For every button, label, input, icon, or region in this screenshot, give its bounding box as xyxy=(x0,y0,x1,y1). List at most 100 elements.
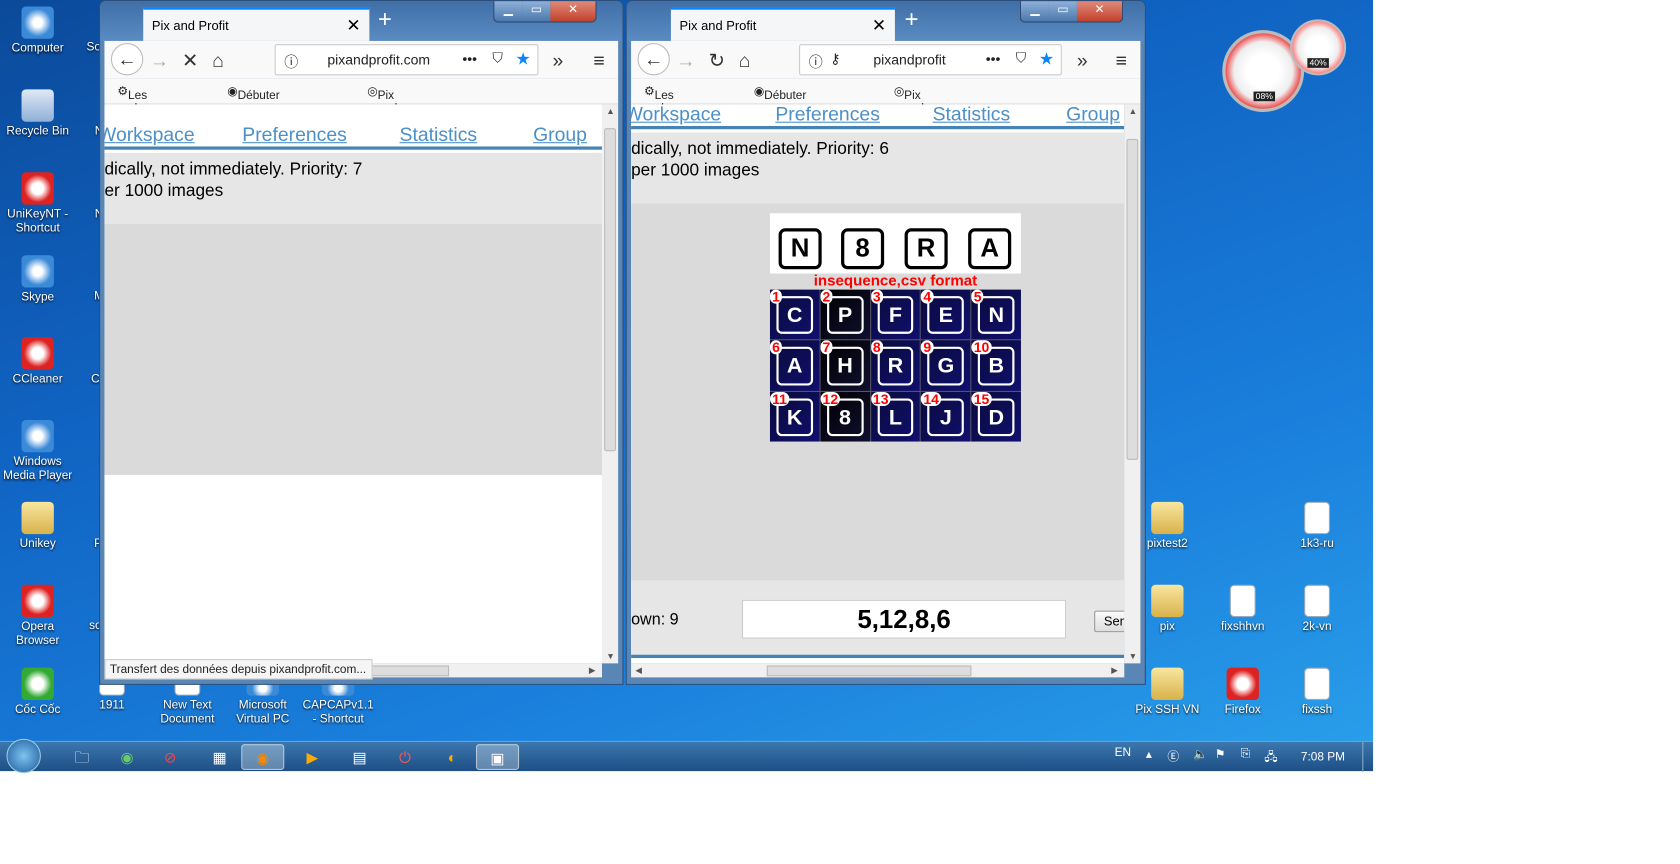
info-icon[interactable]: ⓘ xyxy=(809,51,823,71)
new-tab-button[interactable]: + xyxy=(905,5,919,33)
captcha-cell[interactable]: C1 xyxy=(769,289,820,340)
bookmark-star-icon[interactable]: ★ xyxy=(515,48,530,70)
blocked-app-taskbar-icon[interactable]: ⊘ xyxy=(151,744,190,770)
captcha-cell[interactable]: P2 xyxy=(820,289,870,340)
bookmark-getting-started[interactable]: ◉ Débuter avec Firefox xyxy=(227,84,279,128)
captcha-cell[interactable]: E4 xyxy=(921,289,971,340)
window-taskbar-icon[interactable]: ▤ xyxy=(340,744,379,770)
desktop-icon[interactable]: fixshhvn xyxy=(1205,584,1280,635)
nav-statistics[interactable]: Statistics xyxy=(933,104,1011,126)
show-hidden-icons[interactable]: ▴ xyxy=(1146,747,1152,761)
nav-preferences[interactable]: Preferences xyxy=(242,124,347,147)
desktop-icon[interactable]: 2k-vn xyxy=(1279,584,1354,635)
stop-button[interactable]: ✕ xyxy=(182,50,198,73)
more-icon[interactable]: ••• xyxy=(986,51,1001,67)
captcha-cell[interactable]: K 11 xyxy=(769,391,820,442)
tab-pix-and-profit[interactable]: Pix and Profit ✕ xyxy=(143,7,370,41)
close-window-button[interactable]: ✕ xyxy=(550,1,596,22)
app-taskbar-icon[interactable]: ▦ xyxy=(200,744,239,770)
desktop-icon[interactable]: CAPCAPv1.1 - Shortcut xyxy=(300,680,375,727)
explorer-taskbar-icon[interactable]: 🗀 xyxy=(62,744,101,770)
captcha-cell[interactable]: B 10 xyxy=(971,340,1021,391)
start-button[interactable] xyxy=(6,738,41,774)
capcap-taskbar-button[interactable]: ▣ xyxy=(475,744,520,770)
tab-pix-and-profit[interactable]: Pix and Profit ✕ xyxy=(670,7,895,41)
close-window-button[interactable]: ✕ xyxy=(1076,1,1123,22)
home-button[interactable]: ⌂ xyxy=(212,50,224,73)
info-icon[interactable]: ⓘ xyxy=(284,51,298,71)
maximize-button[interactable]: ▭ xyxy=(1048,1,1077,22)
language-indicator[interactable]: EN xyxy=(1115,746,1131,759)
desktop-icon[interactable]: fixssh xyxy=(1279,667,1354,718)
clock[interactable]: 7:08 PM xyxy=(1301,751,1345,764)
maximize-button[interactable]: ▭ xyxy=(522,1,551,22)
minimize-button[interactable]: ▁ xyxy=(1020,1,1049,22)
firefox-taskbar-button[interactable]: ◉ xyxy=(241,744,285,770)
bookmark-star-icon[interactable]: ★ xyxy=(1039,48,1054,70)
bookmark-most-visited[interactable]: ⚙ Les plus visités xyxy=(117,84,161,128)
captcha-cell[interactable]: N5 xyxy=(971,289,1021,340)
media-taskbar-icon[interactable]: ▶ xyxy=(293,744,332,770)
close-tab-icon[interactable]: ✕ xyxy=(346,15,360,37)
network-icon[interactable]: 🖧 xyxy=(1264,747,1277,767)
desktop-icon[interactable]: Opera Browser xyxy=(0,584,75,649)
nav-workspace[interactable]: Workspace xyxy=(631,104,721,126)
captcha-cell[interactable]: F3 xyxy=(870,289,921,340)
action-center-icon[interactable]: ⚑ xyxy=(1215,747,1226,761)
pocket-icon[interactable]: ⛉ xyxy=(492,50,503,67)
menu-button[interactable]: ≡ xyxy=(593,50,604,73)
bookmark-getting-started[interactable]: ◉ Débuter avec Firefox xyxy=(754,84,806,128)
ime-icon[interactable]: Ⓔ xyxy=(1167,747,1179,764)
desktop-icon[interactable]: Microsoft Virtual PC xyxy=(225,680,300,727)
send-button[interactable]: Sen xyxy=(1094,610,1125,633)
bookmark-pix-and-profit[interactable]: ◎ Pix and Profit xyxy=(367,84,405,128)
overflow-button[interactable]: » xyxy=(1077,50,1088,73)
captcha-cell[interactable]: J 14 xyxy=(921,391,971,442)
vertical-scrollbar[interactable]: ▲ ▼ xyxy=(601,104,619,664)
new-tab-button[interactable]: + xyxy=(378,5,392,33)
show-desktop-button[interactable] xyxy=(1362,741,1373,773)
nav-preferences[interactable]: Preferences xyxy=(775,104,880,126)
desktop-icon[interactable]: Windows Media Player xyxy=(0,419,75,484)
captcha-cell[interactable]: A6 xyxy=(769,340,820,391)
desktop-icon[interactable]: Cốc Cốc xyxy=(0,667,75,718)
nav-group[interactable]: Group xyxy=(533,124,587,147)
horizontal-scrollbar[interactable]: ◀ ▶ xyxy=(631,663,1125,678)
captcha-cell[interactable]: R8 xyxy=(870,340,921,391)
forward-button[interactable]: → xyxy=(676,50,695,73)
nav-group[interactable]: Group xyxy=(1066,104,1120,126)
more-icon[interactable]: ••• xyxy=(462,51,477,67)
bookmark-pix-and-profit[interactable]: ◎ Pix and Profit xyxy=(894,84,932,128)
volume-icon[interactable]: 🔈 xyxy=(1193,747,1208,761)
url-bar[interactable]: ⓘ pixandprofit.com ••• ⛉ ★ xyxy=(274,44,539,76)
url-bar[interactable]: ⓘ ⚷ pixandprofit ••• ⛉ ★ xyxy=(799,44,1062,76)
usb-icon[interactable]: ⎘ xyxy=(1241,747,1250,761)
captcha-cell[interactable]: G9 xyxy=(921,340,971,391)
back-button[interactable]: ← xyxy=(637,43,670,76)
desktop-icon[interactable]: UniKeyNT - Shortcut xyxy=(0,172,75,236)
desktop-icon[interactable]: 1k3-ru xyxy=(1279,501,1354,552)
overflow-button[interactable]: » xyxy=(552,50,563,73)
coccoc-taskbar-icon[interactable]: ◉ xyxy=(108,744,147,770)
minimize-button[interactable]: ▁ xyxy=(494,1,523,22)
desktop-icon[interactable]: Firefox xyxy=(1205,667,1280,718)
opera-like-taskbar-icon[interactable]: ◐ xyxy=(433,744,472,770)
forward-button[interactable]: → xyxy=(150,50,169,73)
captcha-cell[interactable]: L 13 xyxy=(870,391,921,442)
nav-statistics[interactable]: Statistics xyxy=(400,124,478,147)
desktop-icon[interactable]: New Text Document xyxy=(150,680,225,727)
answer-input[interactable]: 5,12,8,6 xyxy=(741,599,1067,639)
desktop-icon[interactable]: 1911 xyxy=(74,680,149,713)
home-button[interactable]: ⌂ xyxy=(739,50,751,73)
captcha-cell[interactable]: H7 xyxy=(820,340,870,391)
close-tab-icon[interactable]: ✕ xyxy=(872,15,886,37)
captcha-cell[interactable]: 8 12 xyxy=(820,391,870,442)
bookmark-most-visited[interactable]: ⚙ Les plus visités xyxy=(644,84,688,128)
vertical-scrollbar[interactable]: ▲ ▼ xyxy=(1124,104,1141,664)
pocket-icon[interactable]: ⛉ xyxy=(1016,50,1027,67)
back-button[interactable]: ← xyxy=(110,43,144,76)
menu-button[interactable]: ≡ xyxy=(1116,50,1127,73)
captcha-cell[interactable]: D 15 xyxy=(971,391,1021,442)
reload-button[interactable]: ↻ xyxy=(709,50,725,73)
power-app-taskbar-icon[interactable]: ⏻ xyxy=(386,744,425,770)
